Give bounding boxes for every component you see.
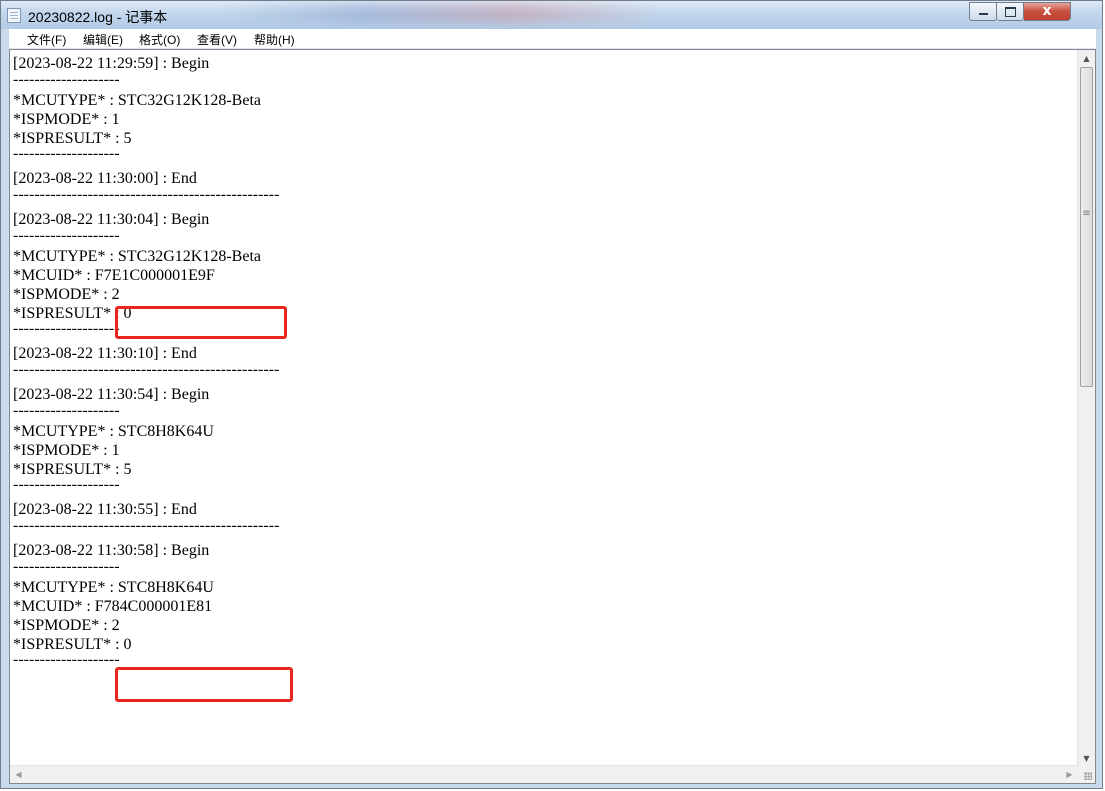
log-line: [2023-08-22 11:30:04] : Begin [13, 211, 210, 228]
log-line: -------------------- [13, 402, 120, 419]
log-line: *ISPMODE* : 2 [13, 286, 120, 303]
scroll-up-arrow-icon[interactable]: ▲ [1078, 50, 1095, 67]
log-line: *MCUTYPE* : STC32G12K128-Beta [13, 92, 261, 109]
log-line: -------------------- [13, 227, 120, 244]
log-line: -------------------- [13, 558, 120, 575]
log-line: ----------------------------------------… [13, 361, 280, 378]
notepad-app-icon[interactable] [7, 8, 21, 23]
close-button[interactable]: x [1024, 2, 1071, 21]
log-line: *ISPRESULT* : 5 [13, 130, 132, 147]
horizontal-scrollbar[interactable]: ◀ ▶ [10, 765, 1078, 783]
log-line: [2023-08-22 11:30:58] : Begin [13, 542, 210, 559]
log-line: *MCUID* : F7E1C000001E9F [13, 267, 215, 284]
log-text-area[interactable]: [2023-08-22 11:29:59] : Begin -----------… [13, 50, 1075, 768]
log-line: -------------------- [13, 71, 120, 88]
scroll-down-arrow-icon[interactable]: ▼ [1078, 750, 1095, 767]
window-title: 20230822.log - 记事本 [28, 9, 168, 25]
log-line: *ISPRESULT* : 0 [13, 636, 132, 653]
minimize-button[interactable] [969, 2, 997, 21]
menu-edit[interactable]: 编辑(E) [83, 31, 123, 48]
close-icon: x [1042, 3, 1052, 19]
log-line: *ISPRESULT* : 5 [13, 461, 132, 478]
log-line: *MCUTYPE* : STC8H8K64U [13, 423, 214, 440]
scroll-right-arrow-icon[interactable]: ▶ [1061, 766, 1078, 783]
log-line: ----------------------------------------… [13, 517, 280, 534]
vertical-scroll-thumb[interactable] [1080, 67, 1093, 387]
maximize-button[interactable] [997, 2, 1024, 21]
log-line: *MCUTYPE* : STC8H8K64U [13, 579, 214, 596]
menu-format[interactable]: 格式(O) [139, 31, 180, 48]
menu-file[interactable]: 文件(F) [27, 31, 66, 48]
log-line: ----------------------------------------… [13, 186, 280, 203]
mcuid-highlight-box [115, 667, 293, 702]
vertical-scrollbar[interactable]: ▲ ▼ [1077, 50, 1095, 767]
log-line: *MCUID* : F784C000001E81 [13, 598, 213, 615]
menu-help[interactable]: 帮助(H) [254, 31, 295, 48]
notepad-window: 20230822.log - 记事本 x 文件(F) 编辑(E) 格式(O) 查… [0, 0, 1103, 789]
resize-grip-icon[interactable] [1078, 766, 1095, 783]
scroll-left-arrow-icon[interactable]: ◀ [10, 766, 27, 783]
menu-bar: 文件(F) 编辑(E) 格式(O) 查看(V) 帮助(H) [9, 29, 1096, 49]
mcuid-highlight-box [115, 306, 287, 339]
log-line: *ISPMODE* : 1 [13, 111, 120, 128]
menu-view[interactable]: 查看(V) [197, 31, 237, 48]
log-line: [2023-08-22 11:30:54] : Begin [13, 386, 210, 403]
log-line: -------------------- [13, 145, 120, 162]
title-bar-glass [221, 3, 661, 23]
log-line: *ISPMODE* : 2 [13, 617, 120, 634]
log-line: -------------------- [13, 476, 120, 493]
log-line: *MCUTYPE* : STC32G12K128-Beta [13, 248, 261, 265]
log-line: *ISPMODE* : 1 [13, 442, 120, 459]
log-line: [2023-08-22 11:29:59] : Begin [13, 55, 210, 72]
title-bar[interactable]: 20230822.log - 记事本 x [1, 1, 1102, 29]
